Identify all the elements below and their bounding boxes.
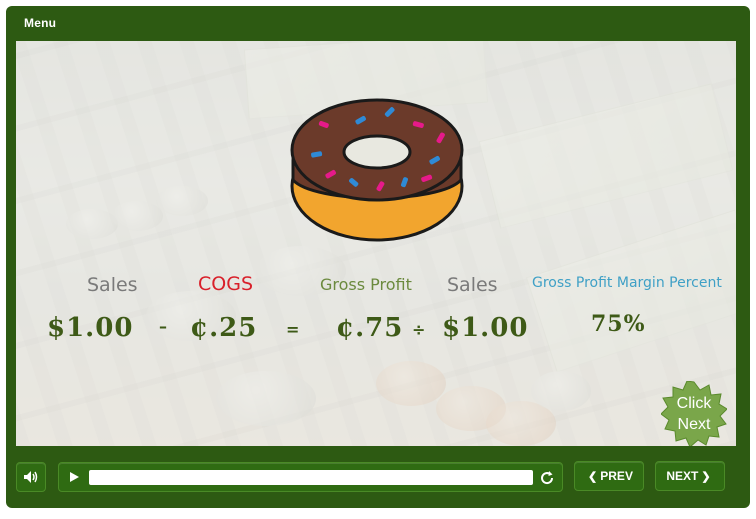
volume-button[interactable] bbox=[16, 462, 46, 492]
divide-operator: ÷ bbox=[412, 320, 426, 339]
equals-operator: = bbox=[286, 320, 300, 339]
gross-profit-value: ¢.75 bbox=[336, 313, 404, 343]
slide-stage: Sales COGS Gross Profit Sales Gross Prof… bbox=[16, 41, 736, 446]
margin-percent-value: 75% bbox=[591, 311, 646, 337]
minus-operator: – bbox=[159, 317, 167, 336]
click-next-text: Click Next bbox=[661, 393, 727, 435]
progress-track[interactable] bbox=[89, 470, 533, 485]
prev-button[interactable]: ❮ PREV bbox=[574, 461, 644, 491]
replay-icon[interactable] bbox=[538, 469, 556, 487]
cogs-label: COGS bbox=[198, 273, 254, 295]
seekbar-container bbox=[58, 462, 563, 492]
gross-profit-margin-label: Gross Profit Margin Percent bbox=[532, 275, 722, 291]
sales-value: $1.00 bbox=[442, 313, 529, 343]
play-icon bbox=[70, 472, 79, 482]
play-button[interactable] bbox=[59, 471, 89, 483]
next-button-label: NEXT bbox=[666, 469, 699, 483]
donut-image bbox=[290, 98, 464, 242]
click-next-line2: Next bbox=[677, 416, 711, 433]
gross-profit-formula: Sales COGS Gross Profit Sales Gross Prof… bbox=[16, 41, 736, 446]
sales-value: $1.00 bbox=[47, 313, 134, 343]
sales-label: Sales bbox=[447, 274, 498, 296]
prev-button-label: PREV bbox=[600, 469, 633, 483]
click-next-line1: Click bbox=[676, 395, 712, 412]
sales-label: Sales bbox=[87, 274, 138, 296]
gross-profit-label: Gross Profit bbox=[320, 275, 412, 294]
chevron-left-icon: ❮ bbox=[588, 470, 598, 483]
chevron-right-icon: ❯ bbox=[701, 470, 711, 483]
volume-icon bbox=[24, 471, 38, 483]
cogs-value: ¢.25 bbox=[190, 313, 258, 343]
click-next-badge[interactable]: Click Next bbox=[661, 381, 727, 446]
next-button[interactable]: NEXT ❯ bbox=[655, 461, 725, 491]
menu-button[interactable]: Menu bbox=[24, 16, 56, 30]
